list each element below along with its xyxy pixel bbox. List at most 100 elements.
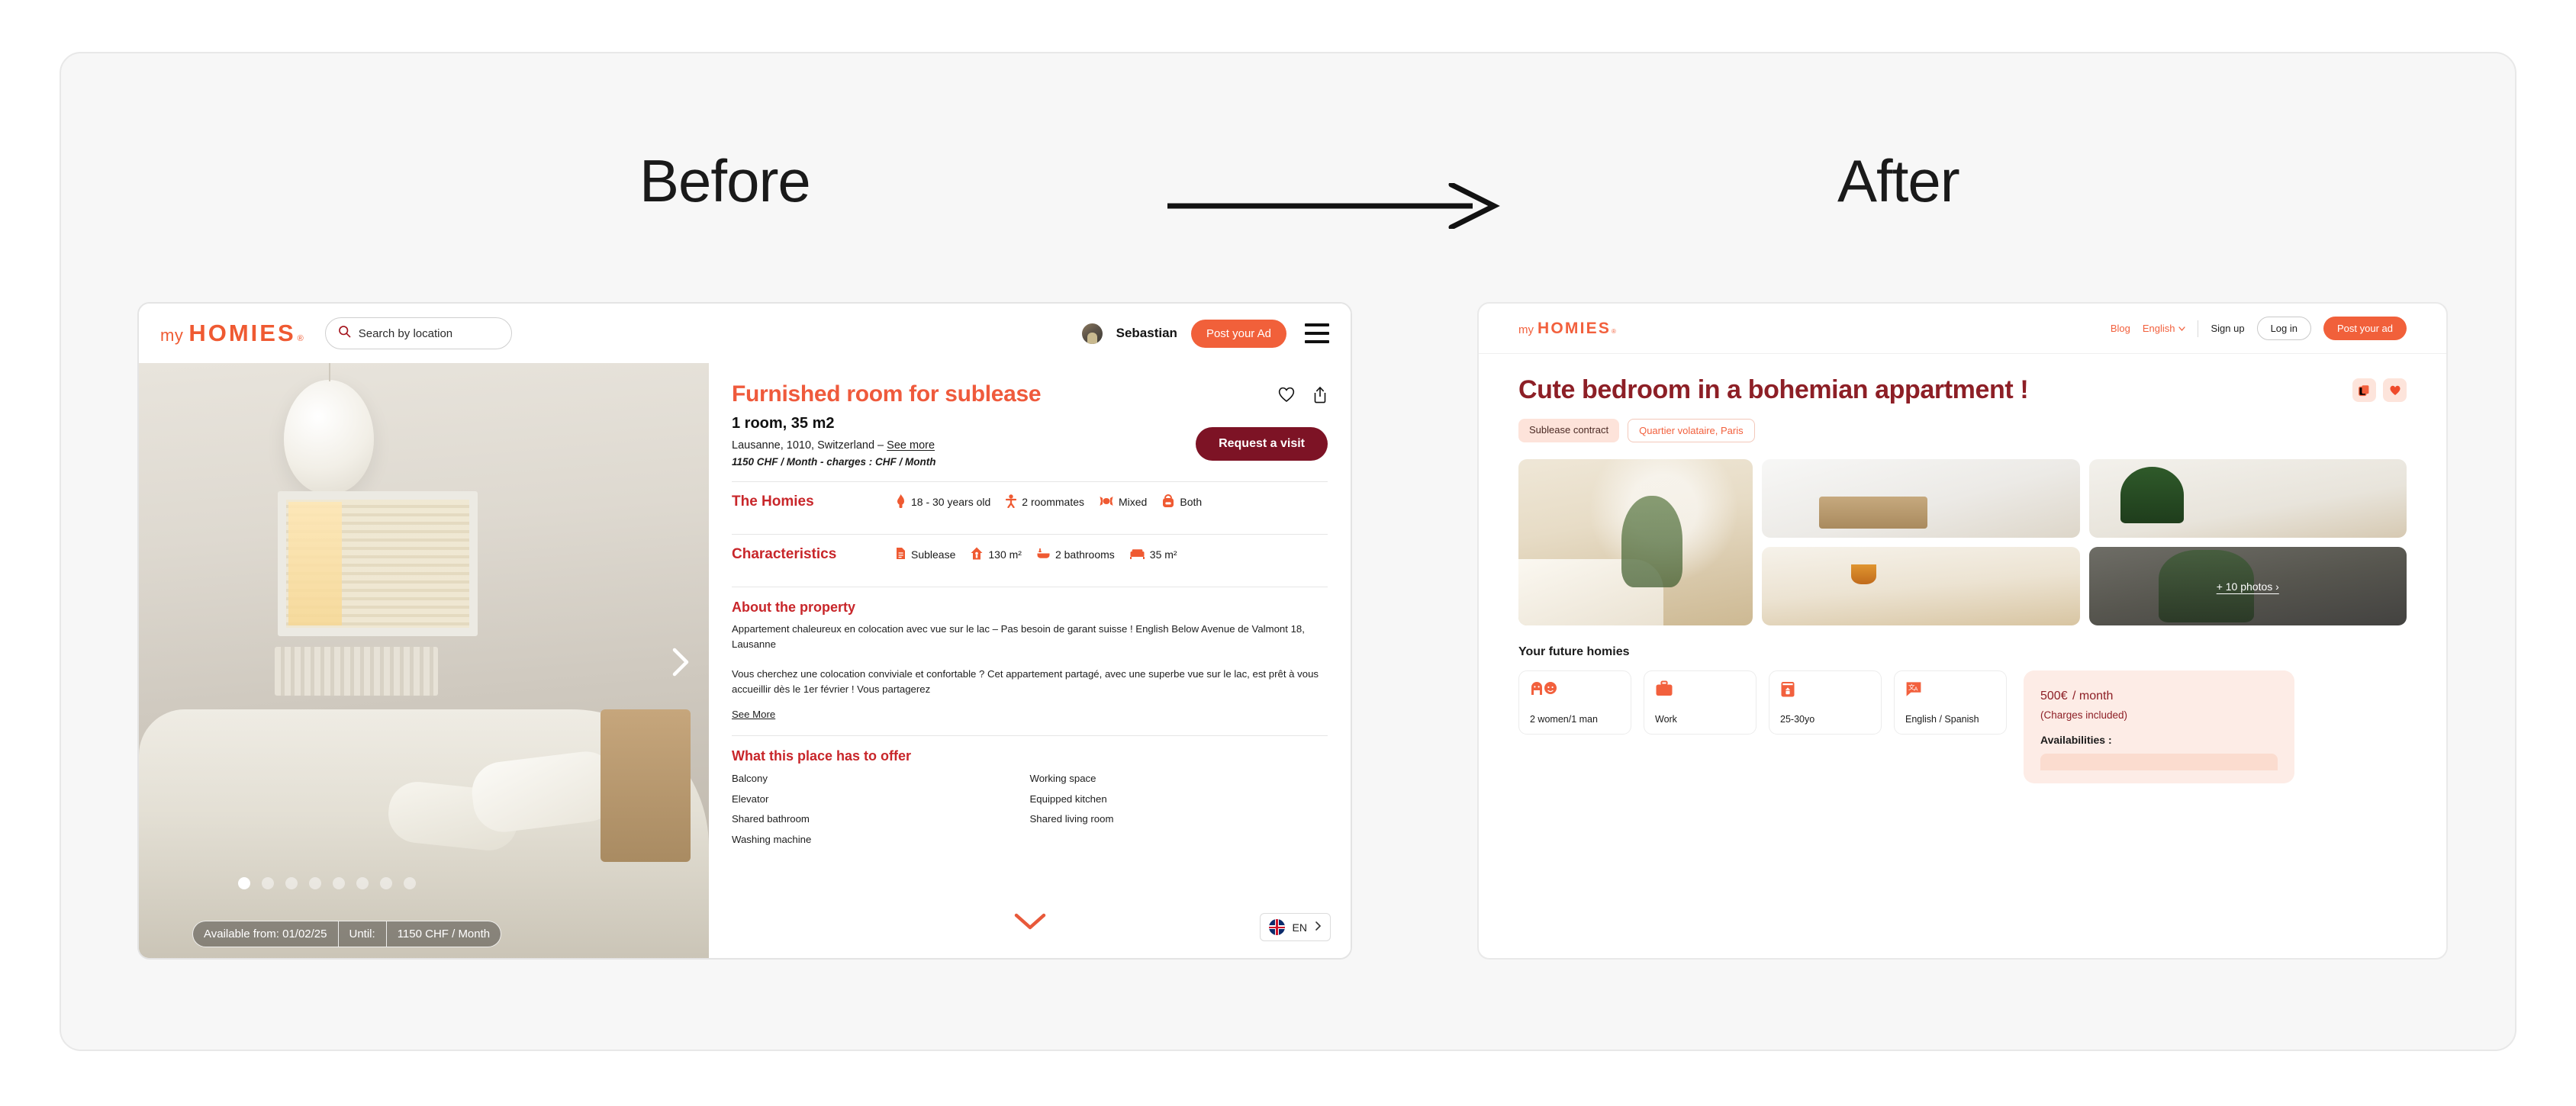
- location-see-more-link[interactable]: See more: [887, 439, 935, 452]
- carousel-dot[interactable]: [333, 877, 345, 889]
- listing-title-row: Furnished room for sublease: [732, 381, 1328, 407]
- homie-card-label: Work: [1655, 714, 1677, 725]
- document-icon: [896, 547, 906, 562]
- spec-item-text: 35 m²: [1149, 548, 1177, 561]
- about-paragraph-2: Vous cherchez une colocation conviviale …: [732, 667, 1319, 696]
- share-upload-icon[interactable]: [1312, 386, 1328, 407]
- carousel-dot[interactable]: [238, 877, 250, 889]
- carousel-dot[interactable]: [356, 877, 369, 889]
- homies-spec-items: 18 - 30 years old 2 roommates Mixed Both: [896, 494, 1202, 510]
- copy-link-icon[interactable]: [2352, 378, 2376, 402]
- availability-slot-placeholder[interactable]: [2040, 754, 2278, 770]
- offer-list: Balcony Working space Elevator Equipped …: [732, 770, 1328, 848]
- carousel-dot[interactable]: [262, 877, 274, 889]
- gallery-thumb-more-photos[interactable]: + 10 photos ›: [2088, 547, 2407, 625]
- post-ad-button[interactable]: Post your Ad: [1190, 319, 1286, 348]
- carousel-dots[interactable]: [238, 877, 416, 889]
- tag-sublease-contract[interactable]: Sublease contract: [1518, 419, 1620, 442]
- gallery-thumb-plant-corner[interactable]: [2088, 459, 2407, 538]
- translate-icon: 文A: [1905, 680, 1995, 701]
- login-button[interactable]: Log in: [2256, 317, 2311, 340]
- search-input[interactable]: Search by location: [324, 317, 512, 349]
- list-item: Equipped kitchen: [1029, 793, 1107, 805]
- price-card: 500€ / month (Charges included) Availabi…: [2024, 670, 2294, 783]
- carousel-dot[interactable]: [285, 877, 298, 889]
- hamburger-menu-icon[interactable]: [1305, 323, 1329, 343]
- spec-item: Both: [1162, 494, 1202, 510]
- future-homies-row: 2 women/1 man Work 25-30yo 文A English / …: [1518, 670, 2407, 783]
- after-logo[interactable]: my HOMIES ®: [1518, 320, 1616, 338]
- carousel-dot[interactable]: [380, 877, 392, 889]
- chevron-right-icon[interactable]: [663, 645, 698, 680]
- after-site-header: my HOMIES ® Blog English Sign up Log in …: [1479, 304, 2446, 354]
- search-placeholder-text: Search by location: [358, 326, 453, 340]
- chevron-down-icon[interactable]: [1014, 913, 1046, 934]
- language-code: EN: [1292, 921, 1307, 934]
- before-screenshot-panel: my HOMIES ® Search by location Sebastian…: [137, 302, 1352, 960]
- more-photos-label[interactable]: + 10 photos ›: [2217, 580, 2279, 593]
- calendar-age-icon: [1780, 680, 1870, 702]
- ceiling-lamp-decor: [284, 363, 374, 494]
- uk-flag-icon: [1268, 919, 1285, 935]
- offer-heading: What this place has to offer: [732, 748, 912, 764]
- briefcase-icon: [1655, 680, 1745, 701]
- radiator-decor: [275, 647, 438, 696]
- gallery-thumb-dining-room[interactable]: [1762, 547, 2080, 625]
- spec-item-text: Both: [1180, 496, 1203, 508]
- logo-my-text: my: [1518, 323, 1534, 336]
- bed-icon: [1129, 548, 1145, 561]
- listing-photo-carousel[interactable]: Available from: 01/02/25 Until: 1150 CHF…: [139, 363, 709, 958]
- characteristics-spec-items: Sublease 130 m² 2 bathrooms 35 m²: [896, 547, 1177, 562]
- homie-card-label: English / Spanish: [1905, 714, 1979, 725]
- price-charges-note: (Charges included): [2040, 709, 2128, 721]
- listing-title: Cute bedroom in a bohemian appartment !: [1518, 375, 2029, 404]
- carousel-dot[interactable]: [309, 877, 321, 889]
- spec-item: 35 m²: [1129, 548, 1177, 561]
- house-icon: [971, 547, 983, 562]
- before-body: Available from: 01/02/25 Until: 1150 CHF…: [139, 363, 1351, 958]
- characteristics-spec-label: Characteristics: [732, 546, 837, 562]
- after-header-nav: Blog English Sign up Log in Post your ad: [2111, 317, 2407, 340]
- list-item: Elevator: [732, 793, 769, 805]
- flame-icon: [896, 494, 906, 510]
- logo-homies-text: HOMIES: [188, 320, 296, 346]
- spec-item: Sublease: [896, 547, 955, 562]
- spec-item-text: 18 - 30 years old: [911, 496, 991, 508]
- spec-item-text: 2 roommates: [1022, 496, 1084, 508]
- gallery-main-photo[interactable]: [1518, 459, 1753, 625]
- post-ad-button[interactable]: Post your ad: [2323, 317, 2407, 340]
- spec-item-text: 130 m²: [988, 548, 1022, 561]
- divider: [732, 735, 1328, 736]
- availability-bar: Available from: 01/02/25 Until: 1150 CHF…: [192, 921, 502, 947]
- language-selector[interactable]: EN: [1259, 913, 1331, 941]
- listing-tags: Sublease contract Quartier volataire, Pa…: [1518, 419, 2407, 442]
- signup-link[interactable]: Sign up: [2211, 323, 2244, 334]
- nav-blog-link[interactable]: Blog: [2111, 323, 2130, 334]
- logo-homies-text: HOMIES: [1538, 319, 1612, 337]
- photo-gallery: + 10 photos ›: [1518, 459, 2407, 625]
- heart-outline-icon[interactable]: [1277, 386, 1296, 407]
- gallery-thumb-bathroom[interactable]: [1762, 459, 2080, 538]
- listing-title-actions: [1277, 381, 1328, 407]
- after-label: After: [1837, 147, 1960, 214]
- spec-item: 18 - 30 years old: [896, 494, 990, 510]
- window-light-decor: [288, 502, 342, 625]
- spec-item: Mixed: [1100, 495, 1147, 510]
- about-see-more-link[interactable]: See More: [732, 709, 775, 720]
- list-item: Shared bathroom: [732, 813, 810, 825]
- list-item: Working space: [1029, 772, 1096, 784]
- request-visit-button[interactable]: Request a visit: [1196, 427, 1328, 461]
- language-dropdown[interactable]: English: [2143, 323, 2186, 334]
- before-logo[interactable]: my HOMIES ®: [160, 320, 304, 347]
- avatar[interactable]: [1081, 323, 1103, 344]
- tag-neighbourhood[interactable]: Quartier volataire, Paris: [1628, 419, 1755, 442]
- carousel-dot[interactable]: [404, 877, 416, 889]
- person-icon: [1006, 494, 1017, 510]
- before-label: Before: [639, 147, 811, 214]
- homie-card-label: 25-30yo: [1780, 714, 1815, 725]
- listing-title-actions: [2352, 378, 2407, 402]
- spec-item-text: 2 bathrooms: [1055, 548, 1115, 561]
- heart-filled-icon[interactable]: [2383, 378, 2407, 402]
- headings-row: Before After: [61, 53, 2515, 282]
- gallery-thumbnails: + 10 photos ›: [1762, 459, 2407, 625]
